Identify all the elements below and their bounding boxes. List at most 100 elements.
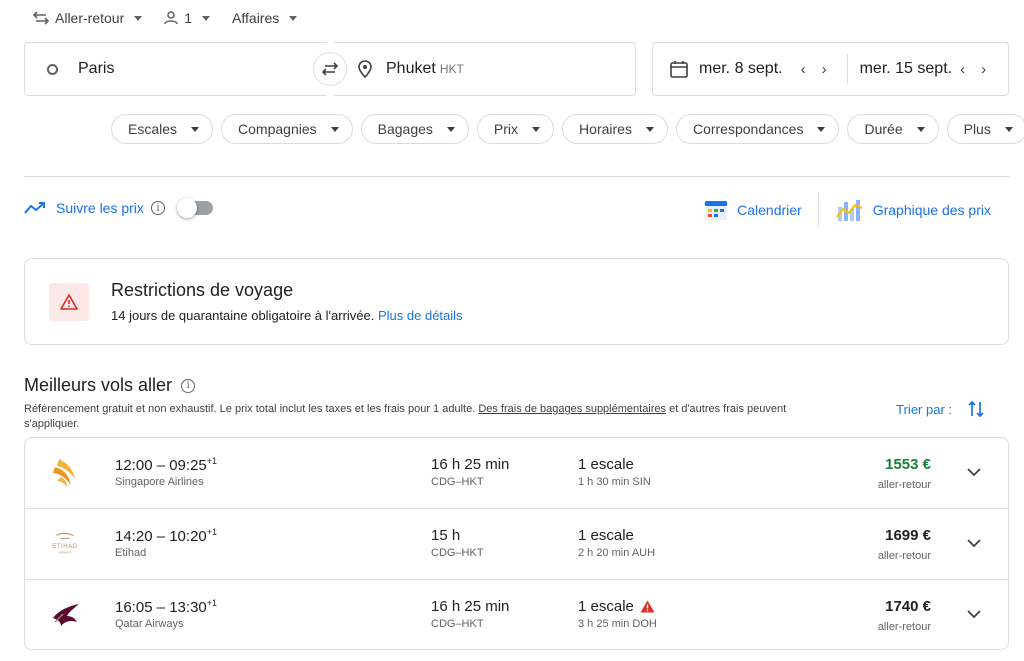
filter-correspondances[interactable]: Correspondances [675, 114, 840, 144]
trip-type-label: Aller-retour [55, 10, 125, 26]
flight-price: 1699 € [885, 527, 931, 544]
depart-date-field[interactable]: mer. 8 sept. ‹ › [653, 43, 835, 95]
flight-duration: 16 h 25 min [431, 456, 510, 473]
return-date-field[interactable]: mer. 15 sept. ‹ › [860, 43, 995, 95]
passengers-select[interactable]: 1 [164, 8, 211, 28]
flight-route: CDG–HKT [431, 547, 484, 559]
sort-button[interactable]: Trier par : [896, 400, 984, 418]
stops-count: 1 escale [578, 598, 655, 615]
track-prices-toggle[interactable] [176, 198, 213, 218]
airline-name: Etihad [115, 547, 147, 559]
price-graph-icon [835, 200, 863, 221]
filter-horaires[interactable]: Horaires [562, 114, 668, 144]
cabin-label: Affaires [232, 10, 280, 26]
flight-results: 12:00 – 09:25+1 Singapore Airlines 16 h … [24, 437, 1009, 650]
filter-bar: Escales Compagnies Bagages Prix Horaires… [111, 114, 1024, 144]
layover-info: 2 h 20 min AUH [578, 547, 656, 559]
next-return-date-button[interactable]: › [973, 61, 994, 78]
singapore-airlines-logo-icon [49, 456, 81, 490]
destination-value: Phuket [386, 60, 436, 77]
calendar-view-button[interactable]: Calendrier [703, 198, 802, 222]
travel-restrictions-card: Restrictions de voyage 14 jours de quara… [24, 258, 1009, 345]
flight-duration: 16 h 25 min [431, 598, 510, 615]
flight-route: CDG–HKT [431, 476, 484, 488]
airline-name: Singapore Airlines [115, 476, 204, 488]
calendar-color-icon [705, 201, 728, 220]
filter-duree[interactable]: Durée [847, 114, 939, 144]
baggage-fees-link[interactable]: Des frais de bagages supplémentaires [478, 403, 666, 415]
day-offset: +1 [206, 456, 218, 466]
chevron-down-icon [202, 15, 211, 21]
layover-info: 3 h 25 min DOH [578, 618, 657, 630]
sort-label: Trier par : [896, 401, 952, 417]
chevron-down-icon[interactable] [966, 464, 982, 480]
track-prices-label[interactable]: Suivre les prix [56, 200, 144, 216]
swap-arrows-icon [33, 11, 49, 25]
chevron-down-icon [446, 126, 455, 132]
swap-origin-destination-button[interactable] [313, 52, 347, 86]
filter-label: Escales [128, 121, 178, 137]
filter-label: Bagages [377, 121, 433, 137]
warning-triangle-icon [60, 294, 78, 310]
chevron-down-icon [645, 126, 654, 132]
passengers-count: 1 [184, 10, 193, 26]
prev-depart-date-button[interactable]: ‹ [793, 61, 814, 78]
filter-prix[interactable]: Prix [476, 114, 555, 144]
prev-return-date-button[interactable]: ‹ [952, 61, 973, 78]
trend-line-icon [24, 202, 45, 214]
chevron-down-icon [1004, 126, 1013, 132]
warning-badge [49, 283, 89, 321]
times-text: 16:05 – 13:30 [115, 599, 207, 616]
filter-label: Durée [864, 121, 903, 137]
origin-value: Paris [78, 60, 115, 77]
destination-field[interactable]: Phuket HKT [334, 42, 636, 96]
origin-circle-icon [47, 63, 58, 75]
restrictions-title: Restrictions de voyage [111, 280, 294, 300]
filter-plus[interactable]: Plus [946, 114, 1024, 144]
trip-type-select[interactable]: Aller-retour [33, 8, 143, 28]
stops-count: 1 escale [578, 456, 634, 473]
chevron-down-icon [191, 126, 200, 132]
info-icon[interactable]: i [181, 378, 196, 393]
next-depart-date-button[interactable]: › [814, 61, 835, 78]
destination-code: HKT [439, 62, 464, 76]
airline-name: Qatar Airways [115, 618, 184, 630]
filter-compagnies[interactable]: Compagnies [221, 114, 353, 144]
origin-field[interactable]: Paris [24, 42, 327, 96]
divider [817, 193, 819, 227]
cabin-select[interactable]: Affaires [232, 8, 298, 28]
qatar-airways-logo-icon [49, 598, 81, 632]
stops-text: 1 escale [578, 456, 634, 473]
date-divider [846, 54, 848, 84]
flight-route: CDG–HKT [431, 618, 484, 630]
svg-text:AIRWAYS: AIRWAYS [59, 550, 72, 554]
flight-price: 1553 € [885, 456, 931, 473]
stops-count: 1 escale [578, 527, 634, 544]
filter-label: Horaires [579, 121, 632, 137]
price-graph-button[interactable]: Graphique des prix [835, 197, 991, 223]
filter-bagages[interactable]: Bagages [360, 114, 469, 144]
filter-escales[interactable]: Escales [111, 114, 214, 144]
restrictions-details-link[interactable]: Plus de détails [378, 308, 463, 323]
chevron-down-icon[interactable] [966, 535, 982, 551]
flight-row[interactable]: ETIHAD AIRWAYS 14:20 – 10:20+1 Etihad 15 … [25, 509, 1008, 580]
filter-label: Prix [493, 121, 519, 137]
flight-price: 1740 € [885, 598, 931, 615]
depart-date-value: mer. 8 sept. [699, 60, 783, 77]
chevron-down-icon [916, 126, 925, 132]
etihad-logo-icon: ETIHAD AIRWAYS [49, 527, 81, 561]
info-icon[interactable]: i [150, 201, 165, 215]
flight-times: 12:00 – 09:25+1 [115, 456, 217, 474]
return-date-value: mer. 15 sept. [859, 60, 953, 77]
flight-times: 16:05 – 13:30+1 [115, 598, 217, 616]
divider [24, 176, 1009, 177]
track-prices: Suivre les prix i [24, 198, 213, 218]
layover-info: 1 h 30 min SIN [578, 476, 651, 488]
dates-field: mer. 8 sept. ‹ › mer. 15 sept. ‹ › [652, 42, 1009, 96]
top-controls: Aller-retour 1 Affaires [33, 8, 298, 28]
chevron-down-icon[interactable] [966, 606, 982, 622]
flight-row[interactable]: 12:00 – 09:25+1 Singapore Airlines 16 h … [25, 438, 1008, 509]
flight-row[interactable]: 16:05 – 13:30+1 Qatar Airways 16 h 25 mi… [25, 580, 1008, 649]
filter-label: Correspondances [692, 121, 804, 137]
flight-times: 14:20 – 10:20+1 [115, 527, 217, 545]
